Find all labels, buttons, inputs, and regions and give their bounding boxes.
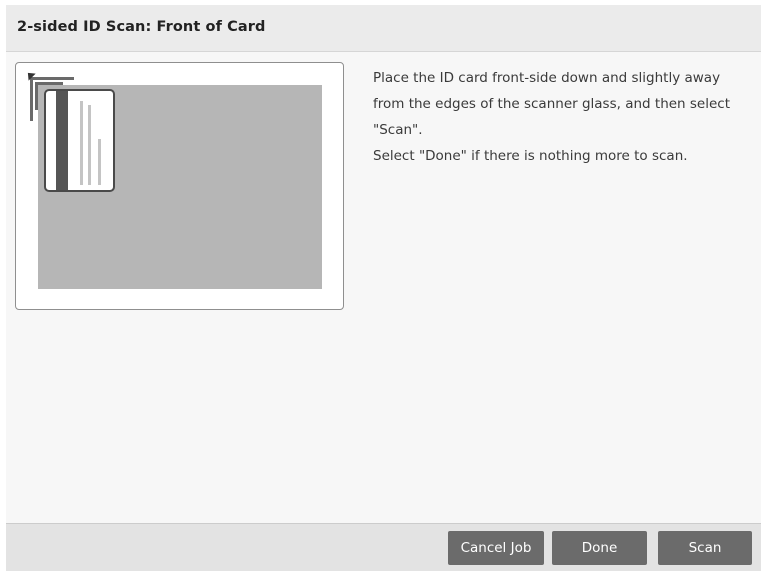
action-bar: Cancel Job Done Scan [6, 523, 761, 571]
instructions-line-1: Place the ID card front-side down and sl… [373, 70, 731, 138]
page-title: 2-sided ID Scan: Front of Card [17, 19, 266, 35]
scan-button[interactable]: Scan [658, 531, 752, 565]
card-line [80, 101, 83, 185]
instructions-line-2: Select "Done" if there is nothing more t… [373, 148, 688, 164]
scan-placement-diagram [15, 62, 344, 310]
card-stripe [56, 91, 68, 190]
card-line [98, 139, 101, 185]
card-line [88, 105, 91, 185]
done-button[interactable]: Done [552, 531, 647, 565]
scan-screen: 2-sided ID Scan: Front of Card Place the… [6, 5, 761, 571]
title-bar: 2-sided ID Scan: Front of Card [6, 5, 761, 52]
id-card-icon [44, 89, 115, 192]
instructions-text: Place the ID card front-side down and sl… [373, 65, 753, 169]
cancel-job-button[interactable]: Cancel Job [448, 531, 544, 565]
